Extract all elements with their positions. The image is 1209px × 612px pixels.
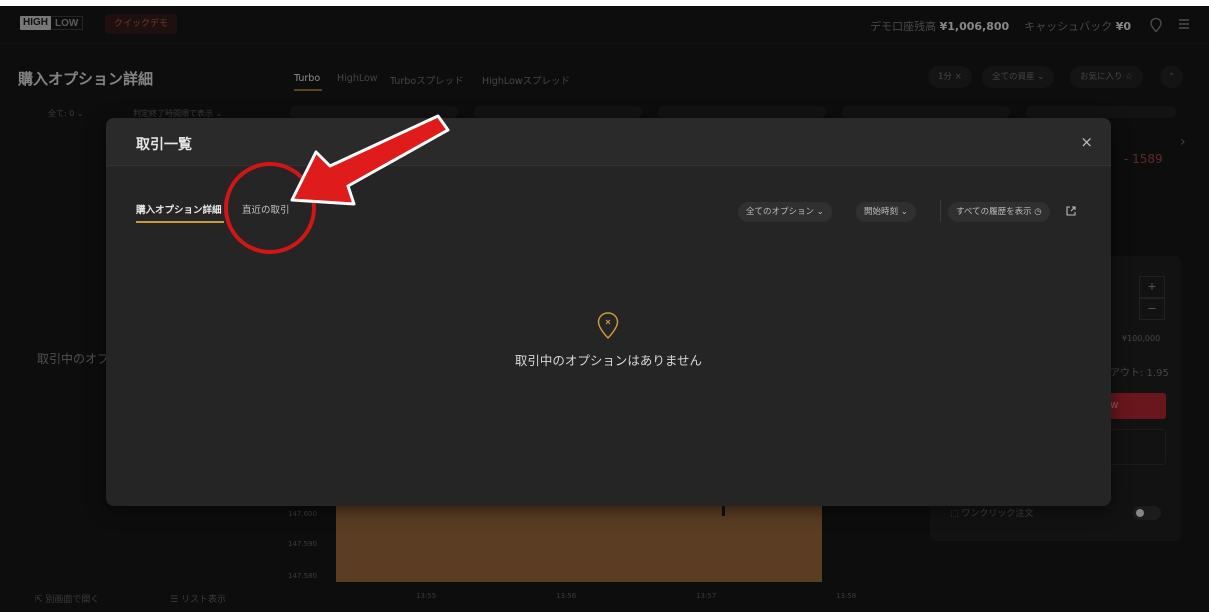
annotation-arrow-icon <box>290 114 450 206</box>
